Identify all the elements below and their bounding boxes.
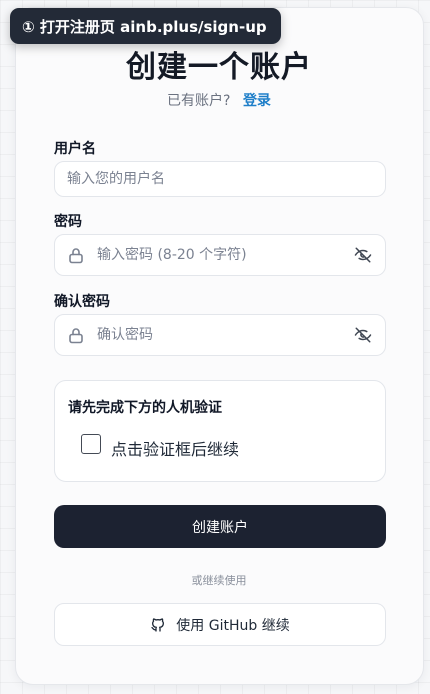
username-field-wrapper: [54, 161, 386, 197]
lock-icon: [67, 246, 85, 264]
step-banner-text: ① 打开注册页 ainb.plus/sign-up: [22, 17, 267, 36]
github-button-label: 使用 GitHub 继续: [176, 617, 290, 634]
github-icon: [150, 617, 166, 633]
create-account-button[interactable]: 创建账户: [54, 505, 386, 548]
password-field-wrapper: [54, 234, 386, 276]
login-link[interactable]: 登录: [243, 93, 271, 109]
confirm-password-field-wrapper: [54, 314, 386, 356]
captcha-title: 请先完成下方的人机验证: [68, 400, 222, 416]
confirm-password-input[interactable]: [97, 315, 353, 355]
or-continue-text: 或继续使用: [191, 574, 247, 587]
captcha-panel: 请先完成下方的人机验证 点击验证框后继续: [54, 380, 386, 482]
username-label: 用户名: [54, 141, 96, 157]
password-input[interactable]: [97, 235, 353, 275]
login-prompt: 已有账户? 登录: [0, 90, 430, 110]
page-title: 创建一个账户: [126, 50, 312, 85]
eye-off-icon[interactable]: [353, 245, 373, 265]
confirm-password-label: 确认密码: [54, 294, 110, 310]
have-account-text: 已有账户?: [167, 93, 231, 109]
step-banner: ① 打开注册页 ainb.plus/sign-up: [10, 8, 281, 44]
password-label: 密码: [54, 214, 82, 230]
captcha-checkbox-label: 点击验证框后继续: [111, 440, 240, 459]
username-input[interactable]: [67, 162, 385, 196]
captcha-checkbox[interactable]: [81, 434, 101, 454]
lock-icon: [67, 326, 85, 344]
github-button[interactable]: 使用 GitHub 继续: [54, 603, 386, 646]
eye-off-icon[interactable]: [353, 325, 373, 345]
